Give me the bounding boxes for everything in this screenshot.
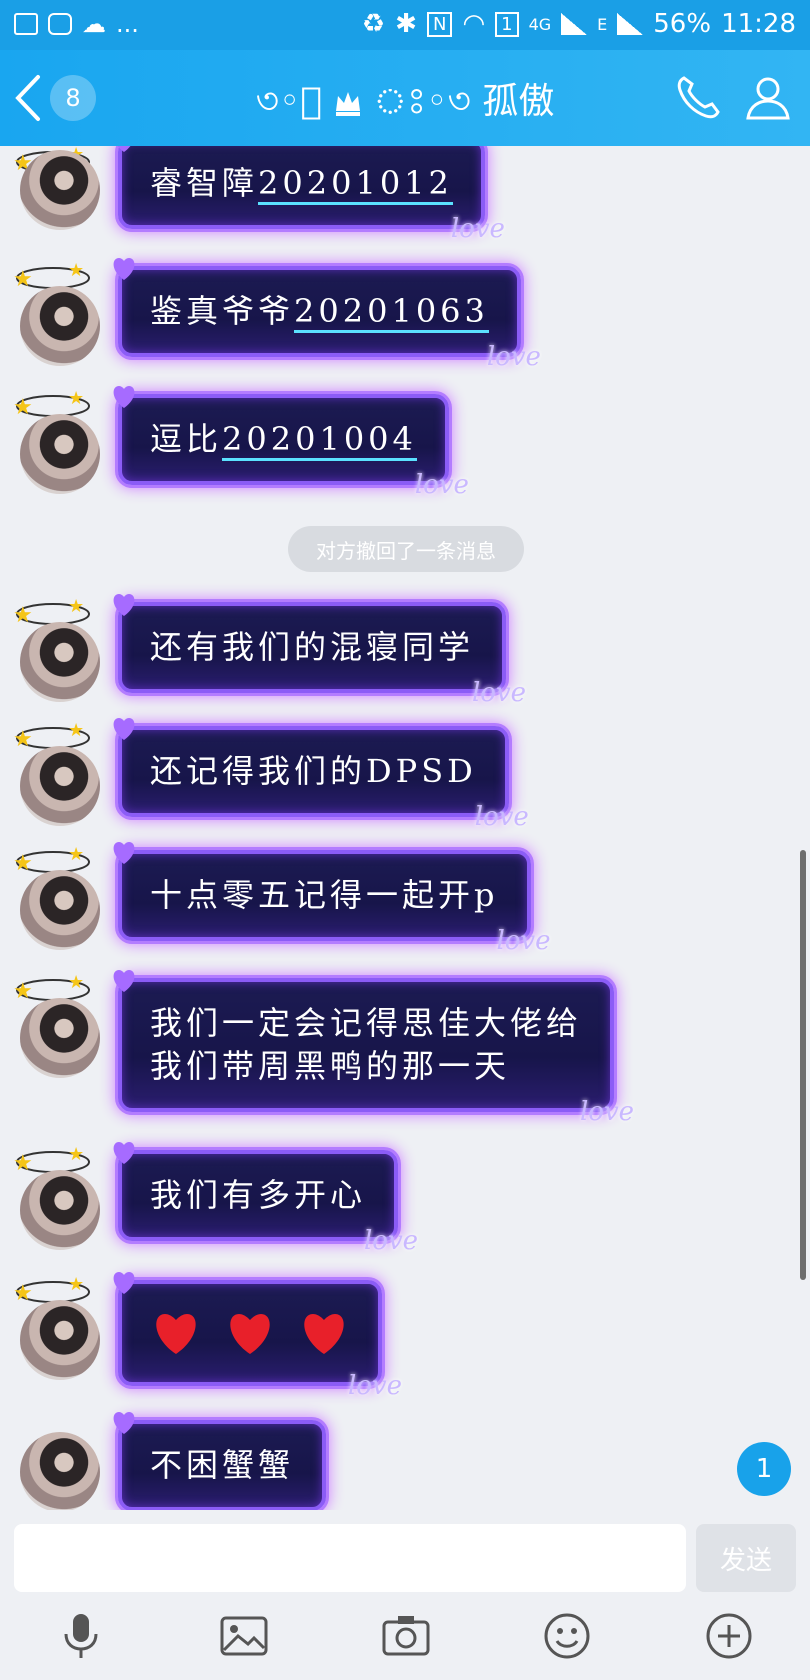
input-bar: 发送	[0, 1510, 810, 1592]
clock: 11:28	[721, 9, 796, 39]
emoji-icon[interactable]	[541, 1610, 593, 1662]
signal-icon-2	[617, 13, 644, 35]
avatar[interactable]	[20, 1432, 100, 1512]
message-bubble[interactable]: 还记得我们的DPSD love	[113, 718, 529, 832]
wifi-badge: 1	[495, 11, 519, 37]
heart-icon	[113, 718, 135, 740]
scrollbar[interactable]	[800, 850, 806, 1280]
nfc-icon: N	[426, 11, 453, 37]
message-bubble[interactable]: 我们有多开心 love	[113, 1142, 418, 1256]
red-heart-icon	[304, 1314, 344, 1354]
chat-header: 8 ৩◦ঃ ঃ◦৩ 孤傲	[0, 50, 810, 146]
svg-text:★: ★	[13, 1151, 33, 1176]
svg-text:★: ★	[13, 267, 33, 292]
svg-text:★: ★	[68, 596, 84, 617]
message-bubble[interactable]: 十点零五记得一起开p love	[113, 842, 551, 956]
svg-text:★: ★	[13, 727, 33, 752]
signal-icon	[561, 13, 588, 35]
red-heart-icon	[230, 1314, 270, 1354]
avatar[interactable]	[20, 286, 100, 366]
heart-icon	[113, 594, 135, 616]
battery-level: 56%	[653, 9, 712, 39]
heart-icon	[113, 842, 135, 864]
message-bubble[interactable]: 逗比20201004 love	[113, 386, 469, 500]
svg-text:★: ★	[68, 1274, 84, 1295]
avatar[interactable]	[20, 746, 100, 826]
recall-notice: 对方撤回了一条消息	[288, 526, 524, 572]
message-bubble[interactable]: 睿智障20201012 love	[117, 146, 505, 244]
image-icon[interactable]	[218, 1610, 270, 1662]
send-button[interactable]: 发送	[696, 1524, 796, 1592]
svg-text:★: ★	[68, 844, 84, 865]
network-type: 4G	[528, 14, 552, 34]
contact-name: 孤傲	[482, 81, 555, 122]
avatar[interactable]	[20, 414, 100, 494]
svg-text:★: ★	[68, 972, 84, 993]
phone-icon[interactable]	[672, 72, 724, 124]
crown-icon	[336, 92, 361, 116]
input-toolbar	[0, 1590, 810, 1680]
svg-text:★: ★	[13, 603, 33, 628]
svg-text:★: ★	[68, 388, 84, 409]
message-bubble[interactable]: 不困蟹蟹	[113, 1412, 327, 1512]
svg-text:★: ★	[13, 979, 33, 1004]
status-bar: ☁ ... ♻ ✱ N ◠ 1 4G E 56% 11:28	[0, 0, 810, 50]
microphone-icon[interactable]	[55, 1610, 107, 1662]
paw-icon	[48, 13, 72, 35]
red-heart-icon	[156, 1314, 196, 1354]
new-message-badge[interactable]: 1	[737, 1442, 791, 1496]
avatar[interactable]	[20, 998, 100, 1078]
cloud-icon: ☁	[82, 10, 106, 38]
profile-icon[interactable]	[742, 72, 794, 124]
wifi-icon: ◠	[462, 9, 486, 39]
heart-icon	[113, 1142, 135, 1164]
more-indicator: ...	[116, 10, 139, 38]
svg-text:★: ★	[68, 1144, 84, 1165]
sim-type: E	[597, 14, 608, 34]
heart-icon	[113, 970, 135, 992]
heart-icon	[113, 386, 135, 408]
bluetooth-icon: ✱	[395, 9, 417, 39]
message-input[interactable]	[14, 1524, 686, 1592]
avatar[interactable]	[20, 1300, 100, 1380]
svg-text:★: ★	[13, 395, 33, 420]
svg-text:★: ★	[68, 260, 84, 281]
plus-icon[interactable]	[703, 1610, 755, 1662]
image-icon	[14, 13, 38, 35]
message-bubble[interactable]: 鉴真爷爷20201063 love	[113, 258, 541, 372]
heart-icon	[113, 1272, 135, 1294]
heart-icon	[117, 146, 131, 152]
heart-icon	[113, 258, 135, 280]
heart-icon	[113, 1412, 135, 1434]
camera-icon[interactable]	[380, 1610, 432, 1662]
message-bubble[interactable]: love	[113, 1272, 402, 1401]
message-bubble[interactable]: 我们一定会记得思佳大佬给 我们带周黑鸭的那一天 love	[113, 970, 634, 1127]
avatar[interactable]	[20, 622, 100, 702]
decor-left-icon: ৩◦ঃ	[255, 81, 322, 122]
message-bubble[interactable]: 还有我们的混寝同学 love	[113, 594, 526, 708]
battery-saver-icon: ♻	[361, 9, 386, 39]
svg-text:★: ★	[68, 720, 84, 741]
avatar[interactable]	[20, 150, 100, 230]
decor-right-icon: ঃ◦৩	[426, 81, 471, 122]
avatar[interactable]	[20, 870, 100, 950]
svg-text:★: ★	[13, 851, 33, 876]
svg-text:★: ★	[13, 1281, 33, 1306]
avatar[interactable]	[20, 1170, 100, 1250]
message-list[interactable]: ★ ★ 睿智障20201012 love ★ ★ 鉴真爷爷20201063 love…	[0, 146, 810, 1524]
